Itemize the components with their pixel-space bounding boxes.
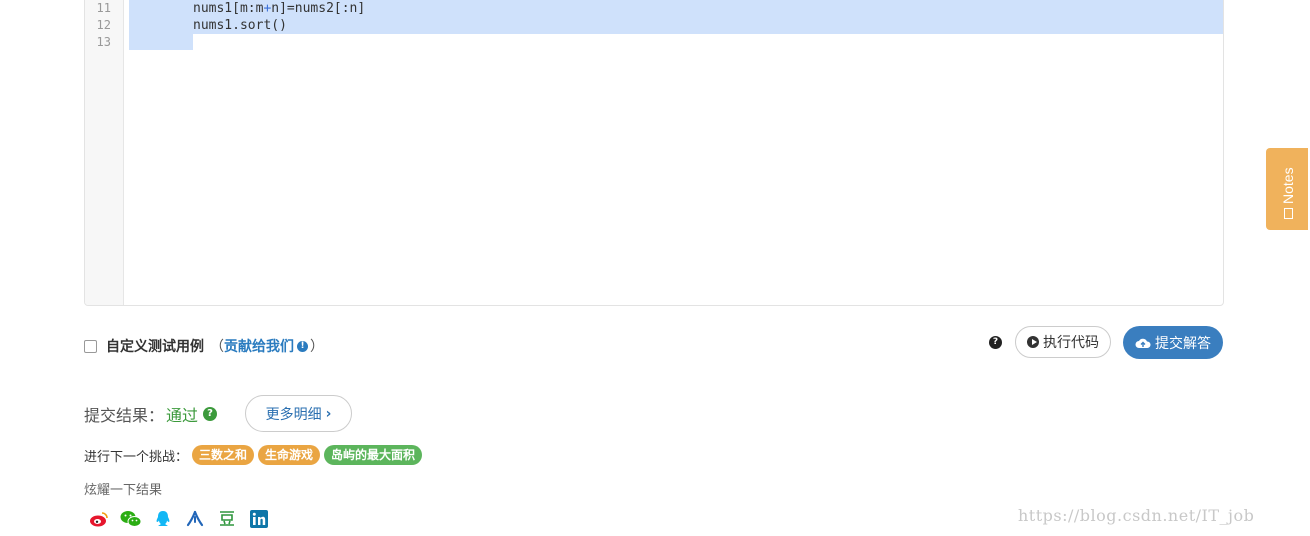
- code-line: nums1.sort(): [193, 18, 287, 33]
- question-icon[interactable]: ?: [203, 407, 218, 421]
- document-icon: [1283, 208, 1293, 219]
- info-icon[interactable]: !: [297, 340, 308, 352]
- run-code-label: 执行代码: [1043, 335, 1099, 351]
- share-icons: [88, 509, 280, 529]
- paren-open: （: [210, 339, 224, 355]
- next-challenge-label: 进行下一个挑战：: [84, 449, 189, 465]
- line-number: 12: [96, 18, 111, 32]
- more-details-label: 更多明细: [265, 406, 322, 423]
- wechat-icon[interactable]: [120, 509, 142, 529]
- linkedin-icon[interactable]: [248, 509, 270, 529]
- run-code-button[interactable]: 执行代码: [1015, 326, 1111, 358]
- code-token: nums1[m:m: [193, 1, 264, 16]
- code-editor[interactable]: 11 12 13 nums1[m:m+n]=nums2[:n] nums1.so…: [84, 0, 1224, 306]
- weibo-icon[interactable]: [88, 509, 110, 529]
- notes-tab[interactable]: Notes: [1266, 148, 1308, 230]
- custom-test-checkbox[interactable]: [84, 339, 97, 353]
- code-line: nums1[m:m+n]=nums2[:n]: [193, 0, 365, 17]
- contribute-link[interactable]: 贡献给我们: [224, 336, 294, 356]
- result-label: 提交结果：: [84, 406, 165, 425]
- notes-label: Notes: [1280, 167, 1296, 204]
- line-number: 13: [96, 35, 111, 49]
- play-icon: [1027, 336, 1039, 348]
- line-number: 11: [96, 1, 111, 15]
- question-icon[interactable]: ?: [989, 336, 1002, 349]
- challenge-tag[interactable]: 岛屿的最大面积: [324, 445, 423, 465]
- custom-test-label: 自定义测试用例: [106, 339, 204, 355]
- share-label: 炫耀一下结果: [84, 483, 163, 498]
- challenge-tag[interactable]: 三数之和: [192, 445, 255, 465]
- result-status: 通过: [166, 406, 199, 425]
- more-details-button[interactable]: 更多明细 ›: [245, 395, 352, 432]
- qq-icon[interactable]: [152, 509, 174, 529]
- code-token: n]=nums2[:n]: [271, 1, 366, 16]
- custom-test-row: 自定义测试用例 （ 贡献给我们 ! ）: [84, 336, 324, 356]
- code-area[interactable]: nums1[m:m+n]=nums2[:n] nums1.sort(): [125, 0, 1223, 305]
- challenge-tag[interactable]: 生命游戏: [258, 445, 321, 465]
- next-challenge-row: 进行下一个挑战： 三数之和 生命游戏 岛屿的最大面积: [84, 445, 423, 465]
- cloud-upload-icon: [1135, 338, 1151, 348]
- renren-icon[interactable]: [184, 509, 206, 529]
- notes-label-wrap: Notes: [1280, 167, 1296, 219]
- submit-button[interactable]: 提交解答: [1123, 326, 1223, 359]
- line-number-gutter: 11 12 13: [85, 0, 124, 305]
- selection-highlight: [129, 34, 193, 50]
- submit-label: 提交解答: [1155, 335, 1211, 352]
- douban-icon[interactable]: [216, 509, 238, 529]
- chevron-right-icon: ›: [325, 405, 332, 422]
- paren-close: ）: [310, 339, 324, 355]
- submit-result: 提交结果： 通过 ?: [84, 402, 218, 426]
- watermark: https://blog.csdn.net/IT_job: [1018, 506, 1255, 525]
